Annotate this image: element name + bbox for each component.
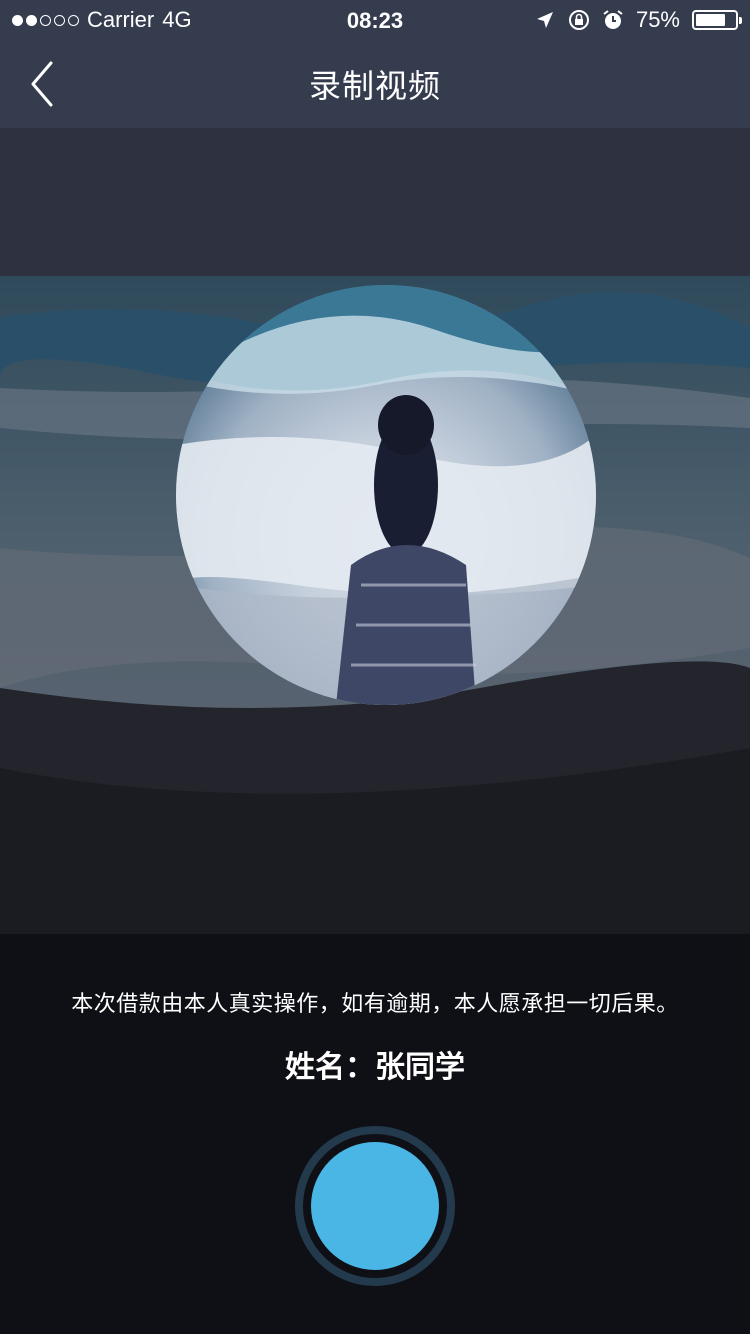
navigation-bar: 录制视频 [0, 40, 750, 128]
name-label: 姓名： [285, 1050, 375, 1085]
alarm-icon [602, 9, 624, 31]
chevron-left-icon [31, 61, 53, 107]
record-button-inner [311, 1142, 439, 1270]
camera-preview [0, 128, 750, 934]
name-value: 张同学 [375, 1050, 465, 1085]
status-right: 75% [534, 7, 742, 33]
bottom-panel: 本次借款由本人真实操作，如有逾期，本人愿承担一切后果。 姓名：张同学 [0, 934, 750, 1334]
back-button[interactable] [20, 58, 64, 110]
face-capture-circle [176, 285, 596, 705]
signal-dot [12, 14, 23, 26]
battery-icon [692, 10, 742, 30]
consent-statement: 本次借款由本人真实操作，如有逾期，本人愿承担一切后果。 [71, 992, 679, 1017]
page-title: 录制视频 [308, 67, 441, 105]
record-button[interactable] [295, 1126, 455, 1286]
top-bar: Carrier 4G 08:23 75% 录制视频 [0, 0, 750, 128]
signal-dot [68, 14, 79, 26]
network-label: 4G [162, 7, 192, 32]
status-bar: Carrier 4G 08:23 75% [0, 0, 750, 40]
rotation-lock-icon [568, 9, 590, 31]
status-left: Carrier 4G [12, 7, 192, 33]
carrier-label: Carrier [87, 7, 155, 32]
signal-dot [40, 14, 51, 26]
battery-percent: 75% [635, 7, 680, 32]
face-capture-image [176, 285, 596, 705]
battery-level [696, 14, 725, 26]
signal-dot [54, 14, 65, 26]
signal-strength-icon [12, 14, 79, 26]
name-row: 姓名：张同学 [0, 1042, 750, 1086]
signal-dot [26, 14, 37, 26]
location-icon [534, 9, 556, 31]
